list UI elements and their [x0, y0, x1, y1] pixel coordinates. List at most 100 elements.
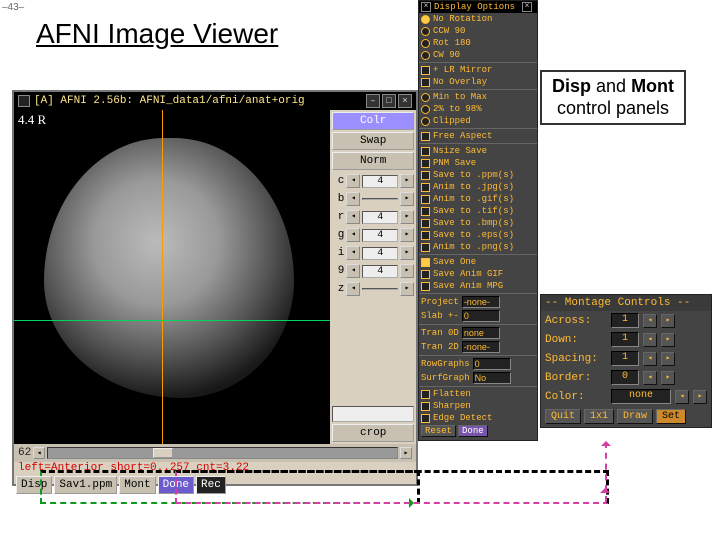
mont-increment-arrow-icon[interactable]: ▸ [693, 390, 707, 404]
crosshair-horizontal[interactable] [14, 320, 330, 321]
side-row-value[interactable]: 4 [362, 247, 398, 260]
increment-arrow-icon[interactable]: ▸ [400, 174, 414, 188]
decrement-arrow-icon[interactable]: ◂ [346, 210, 360, 224]
mont-decrement-arrow-icon[interactable]: ◂ [643, 314, 657, 328]
colr-button[interactable]: Colr [332, 112, 414, 130]
disp-item[interactable]: Save One [419, 256, 537, 268]
mont-1x1-button[interactable]: 1x1 [584, 409, 614, 424]
disp-item-input[interactable] [462, 310, 500, 322]
increment-arrow-icon[interactable]: ▸ [400, 192, 414, 206]
disp-item[interactable]: Edge Detect [419, 412, 537, 424]
disp-item[interactable]: 2% to 98% [419, 103, 537, 115]
decrement-arrow-icon[interactable]: ◂ [346, 192, 360, 206]
disp-item-input[interactable] [473, 358, 511, 370]
mont-row-value[interactable]: 1 [611, 351, 639, 366]
disp-item-check[interactable] [421, 207, 430, 216]
close-icon[interactable]: × [398, 94, 412, 108]
mont-set-button[interactable]: Set [656, 409, 686, 424]
minimize-icon[interactable]: – [366, 94, 380, 108]
disp-item[interactable]: Save to .ppm(s) [419, 169, 537, 181]
disp-button[interactable]: Disp [16, 476, 52, 494]
disp-item[interactable]: SurfGraph [419, 371, 537, 385]
disp-item-input[interactable] [462, 296, 500, 308]
crosshair-vertical[interactable] [162, 110, 163, 444]
disp-item-check[interactable] [421, 282, 430, 291]
mont-decrement-arrow-icon[interactable]: ◂ [675, 390, 689, 404]
disp-item[interactable]: Clipped [419, 115, 537, 127]
mont-decrement-arrow-icon[interactable]: ◂ [643, 371, 657, 385]
disp-item[interactable]: No Overlay [419, 76, 537, 88]
image-canvas[interactable]: 4.4 R [14, 110, 330, 444]
slice-scrollbar[interactable] [47, 447, 398, 459]
side-row-value[interactable]: 4 [362, 211, 398, 224]
side-row-value[interactable]: 4 [362, 175, 398, 188]
disp-item[interactable]: Save to .eps(s) [419, 229, 537, 241]
disp-close-icon[interactable]: × [522, 2, 532, 12]
disp-item-radio[interactable] [421, 93, 430, 102]
disp-item-check[interactable] [421, 159, 430, 168]
disp-item[interactable]: Nsize Save [419, 145, 537, 157]
side-row-value[interactable]: 4 [362, 265, 398, 278]
save-button[interactable]: Sav1.ppm [54, 476, 117, 494]
increment-arrow-icon[interactable]: ▸ [400, 228, 414, 242]
disp-item-check[interactable] [421, 231, 430, 240]
disp-item[interactable]: Flatten [419, 388, 537, 400]
disp-item-check[interactable] [421, 195, 430, 204]
disp-item-radio[interactable] [421, 117, 430, 126]
mont-row-value[interactable]: 0 [611, 370, 639, 385]
disp-item-check[interactable] [421, 219, 430, 228]
rec-button[interactable]: Rec [196, 476, 226, 494]
crop-button[interactable]: crop [332, 424, 414, 442]
mont-draw-button[interactable]: Draw [617, 409, 653, 424]
disp-item-check[interactable] [421, 78, 430, 87]
disp-item-check[interactable] [421, 243, 430, 252]
decrement-arrow-icon[interactable]: ◂ [346, 264, 360, 278]
done-button[interactable]: Done [158, 476, 194, 494]
decrement-arrow-icon[interactable]: ◂ [346, 246, 360, 260]
increment-arrow-icon[interactable]: ▸ [400, 264, 414, 278]
mont-row-value[interactable]: 1 [611, 313, 639, 328]
side-row-value[interactable] [362, 198, 398, 200]
disp-item-radio[interactable] [421, 27, 430, 36]
maximize-icon[interactable]: □ [382, 94, 396, 108]
disp-item[interactable]: No Rotation [419, 13, 537, 25]
disp-item-check[interactable] [421, 183, 430, 192]
mont-increment-arrow-icon[interactable]: ▸ [661, 371, 675, 385]
swap-button[interactable]: Swap [332, 132, 414, 150]
mont-increment-arrow-icon[interactable]: ▸ [661, 352, 675, 366]
mont-increment-arrow-icon[interactable]: ▸ [661, 333, 675, 347]
disp-item-radio[interactable] [421, 105, 430, 114]
disp-item-input[interactable] [462, 341, 500, 353]
disp-titlebar[interactable]: × Display Options × [419, 1, 537, 13]
increment-arrow-icon[interactable]: ▸ [400, 246, 414, 260]
disp-item-check[interactable] [421, 390, 430, 399]
decrement-arrow-icon[interactable]: ◂ [346, 228, 360, 242]
disp-item-check[interactable] [421, 258, 430, 267]
disp-item[interactable]: Tran 2D [419, 340, 537, 354]
slice-right-arrow-icon[interactable]: ▸ [400, 447, 412, 459]
mont-row-value[interactable]: none [611, 389, 671, 404]
mont-decrement-arrow-icon[interactable]: ◂ [643, 352, 657, 366]
disp-item-radio[interactable] [421, 51, 430, 60]
disp-item-check[interactable] [421, 66, 430, 75]
disp-item[interactable]: Anim to .png(s) [419, 241, 537, 253]
disp-item-radio[interactable] [421, 15, 430, 24]
disp-item[interactable]: Project [419, 295, 537, 309]
side-row-value[interactable]: 4 [362, 229, 398, 242]
disp-item[interactable]: Save Anim MPG [419, 280, 537, 292]
disp-item-check[interactable] [421, 414, 430, 423]
disp-item[interactable]: Free Aspect [419, 130, 537, 142]
disp-item-check[interactable] [421, 270, 430, 279]
mont-increment-arrow-icon[interactable]: ▸ [661, 314, 675, 328]
disp-item[interactable]: Sharpen [419, 400, 537, 412]
increment-arrow-icon[interactable]: ▸ [400, 282, 414, 296]
disp-item[interactable]: Tran 0D [419, 326, 537, 340]
disp-item-radio[interactable] [421, 39, 430, 48]
disp-done-button[interactable]: Done [458, 425, 488, 437]
disp-item[interactable]: + LR Mirror [419, 64, 537, 76]
side-row-value[interactable] [362, 288, 398, 290]
disp-item[interactable]: Slab +- [419, 309, 537, 323]
disp-item[interactable]: RowGraphs [419, 357, 537, 371]
disp-item-check[interactable] [421, 402, 430, 411]
disp-item[interactable]: PNM Save [419, 157, 537, 169]
